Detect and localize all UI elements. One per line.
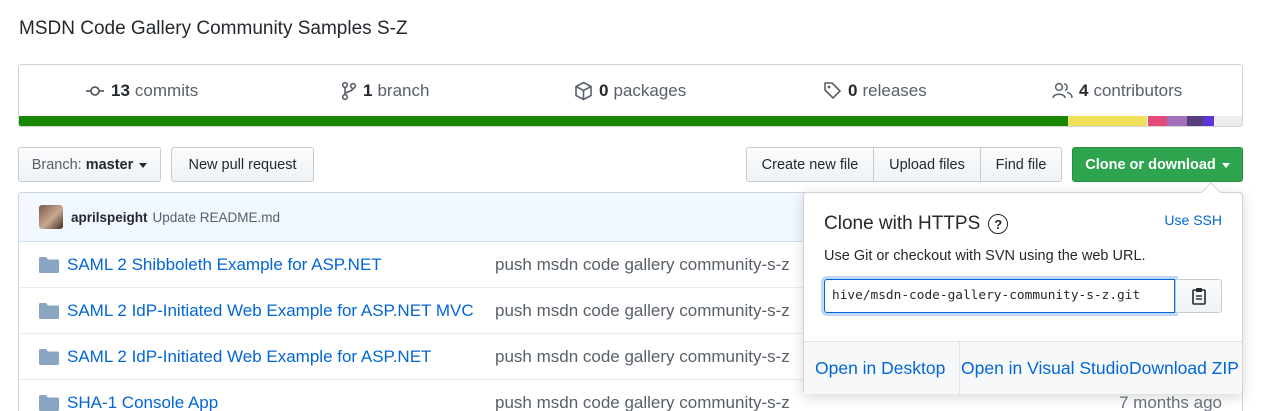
clone-title: Clone with HTTPS ? — [824, 213, 1009, 235]
folder-icon — [39, 303, 59, 319]
branches-label: branch — [377, 80, 430, 100]
contributors-link[interactable]: 4 contributors — [1052, 65, 1182, 116]
language-segment[interactable] — [19, 116, 1069, 126]
releases-count: 0 — [848, 80, 858, 100]
folder-icon — [39, 257, 59, 273]
packages-count: 0 — [599, 80, 609, 100]
chevron-down-icon — [139, 163, 148, 168]
releases-link[interactable]: 0 releases — [823, 65, 927, 116]
branches-link[interactable]: 1 branch — [341, 65, 429, 116]
file-commit-message[interactable]: push msdn code gallery community-s-z — [495, 393, 790, 411]
branch-name: master — [85, 156, 134, 173]
commit-icon — [86, 85, 104, 96]
commit-author[interactable]: aprilspeight — [71, 210, 148, 225]
file-commit-message[interactable]: push msdn code gallery community-s-z — [495, 347, 790, 367]
download-zip-link[interactable]: Download ZIP — [1129, 342, 1239, 395]
chevron-down-icon — [1221, 163, 1230, 168]
language-segment[interactable] — [1147, 116, 1168, 126]
language-segment[interactable] — [1068, 116, 1147, 126]
commits-count: 13 — [111, 80, 130, 100]
file-name-link[interactable]: SAML 2 IdP-Initiated Web Example for ASP… — [67, 347, 431, 367]
file-commit-message[interactable]: push msdn code gallery community-s-z — [495, 255, 790, 275]
branch-icon — [341, 81, 357, 100]
packages-link[interactable]: 0 packages — [574, 65, 686, 116]
copy-to-clipboard-button[interactable] — [1175, 279, 1222, 313]
repo-summary: 13 commits 1 branch 0 packages 0 release… — [18, 64, 1243, 127]
clone-actions: Open in Desktop Open in Visual Studio Do… — [804, 341, 1242, 395]
popover-arrow — [1201, 182, 1221, 202]
branches-count: 1 — [363, 80, 373, 100]
file-name-link[interactable]: SHA-1 Console App — [67, 393, 218, 411]
clone-or-download-button[interactable]: Clone or download — [1072, 147, 1243, 182]
upload-files-button[interactable]: Upload files — [873, 147, 981, 182]
commits-label: commits — [134, 80, 199, 100]
language-segment[interactable] — [1213, 116, 1242, 126]
repo-description: MSDN Code Gallery Community Samples S-Z — [19, 18, 408, 39]
new-pull-request-button[interactable]: New pull request — [171, 147, 314, 182]
people-icon — [1052, 82, 1073, 99]
clone-url-text: hive/msdn-code-gallery-community-s-z.git — [832, 288, 1141, 303]
package-icon — [575, 81, 592, 100]
language-bar[interactable] — [19, 116, 1242, 126]
folder-icon — [39, 349, 59, 365]
help-icon[interactable]: ? — [988, 214, 1009, 234]
avatar[interactable] — [39, 205, 63, 229]
open-in-visual-studio-link[interactable]: Open in Visual Studio — [959, 342, 1129, 395]
language-segment[interactable] — [1186, 116, 1203, 126]
clone-or-download-label: Clone or download — [1085, 156, 1216, 173]
create-new-file-button[interactable]: Create new file — [746, 147, 874, 182]
branch-select-button[interactable]: Branch: master — [18, 147, 161, 182]
packages-label: packages — [613, 80, 687, 100]
file-age: 7 months ago — [1118, 392, 1222, 411]
branch-prefix: Branch: — [31, 156, 82, 173]
commits-link[interactable]: 13 commits — [85, 65, 198, 116]
file-commit-message[interactable]: push msdn code gallery community-s-z — [495, 301, 790, 321]
language-segment[interactable] — [1167, 116, 1187, 126]
clone-popover: Clone with HTTPS ? Use SSH Use Git or ch… — [803, 182, 1243, 395]
file-name-link[interactable]: SAML 2 IdP-Initiated Web Example for ASP… — [67, 301, 474, 321]
file-name-link[interactable]: SAML 2 Shibboleth Example for ASP.NET — [67, 255, 382, 275]
clipboard-icon — [1191, 288, 1206, 305]
tag-icon — [824, 82, 841, 99]
commit-message[interactable]: Update README.md — [153, 210, 281, 225]
open-in-desktop-link[interactable]: Open in Desktop — [804, 342, 959, 395]
use-ssh-link[interactable]: Use SSH — [1164, 212, 1222, 228]
clone-subtitle: Use Git or checkout with SVN using the w… — [824, 248, 1146, 264]
contributors-count: 4 — [1079, 80, 1089, 100]
language-segment[interactable] — [1202, 116, 1214, 126]
contributors-label: contributors — [1093, 80, 1183, 100]
find-file-button[interactable]: Find file — [980, 147, 1062, 182]
releases-label: releases — [862, 80, 927, 100]
clone-title-text: Clone with HTTPS — [824, 213, 981, 234]
clone-url-input[interactable]: hive/msdn-code-gallery-community-s-z.git — [824, 279, 1175, 313]
folder-icon — [39, 395, 59, 411]
